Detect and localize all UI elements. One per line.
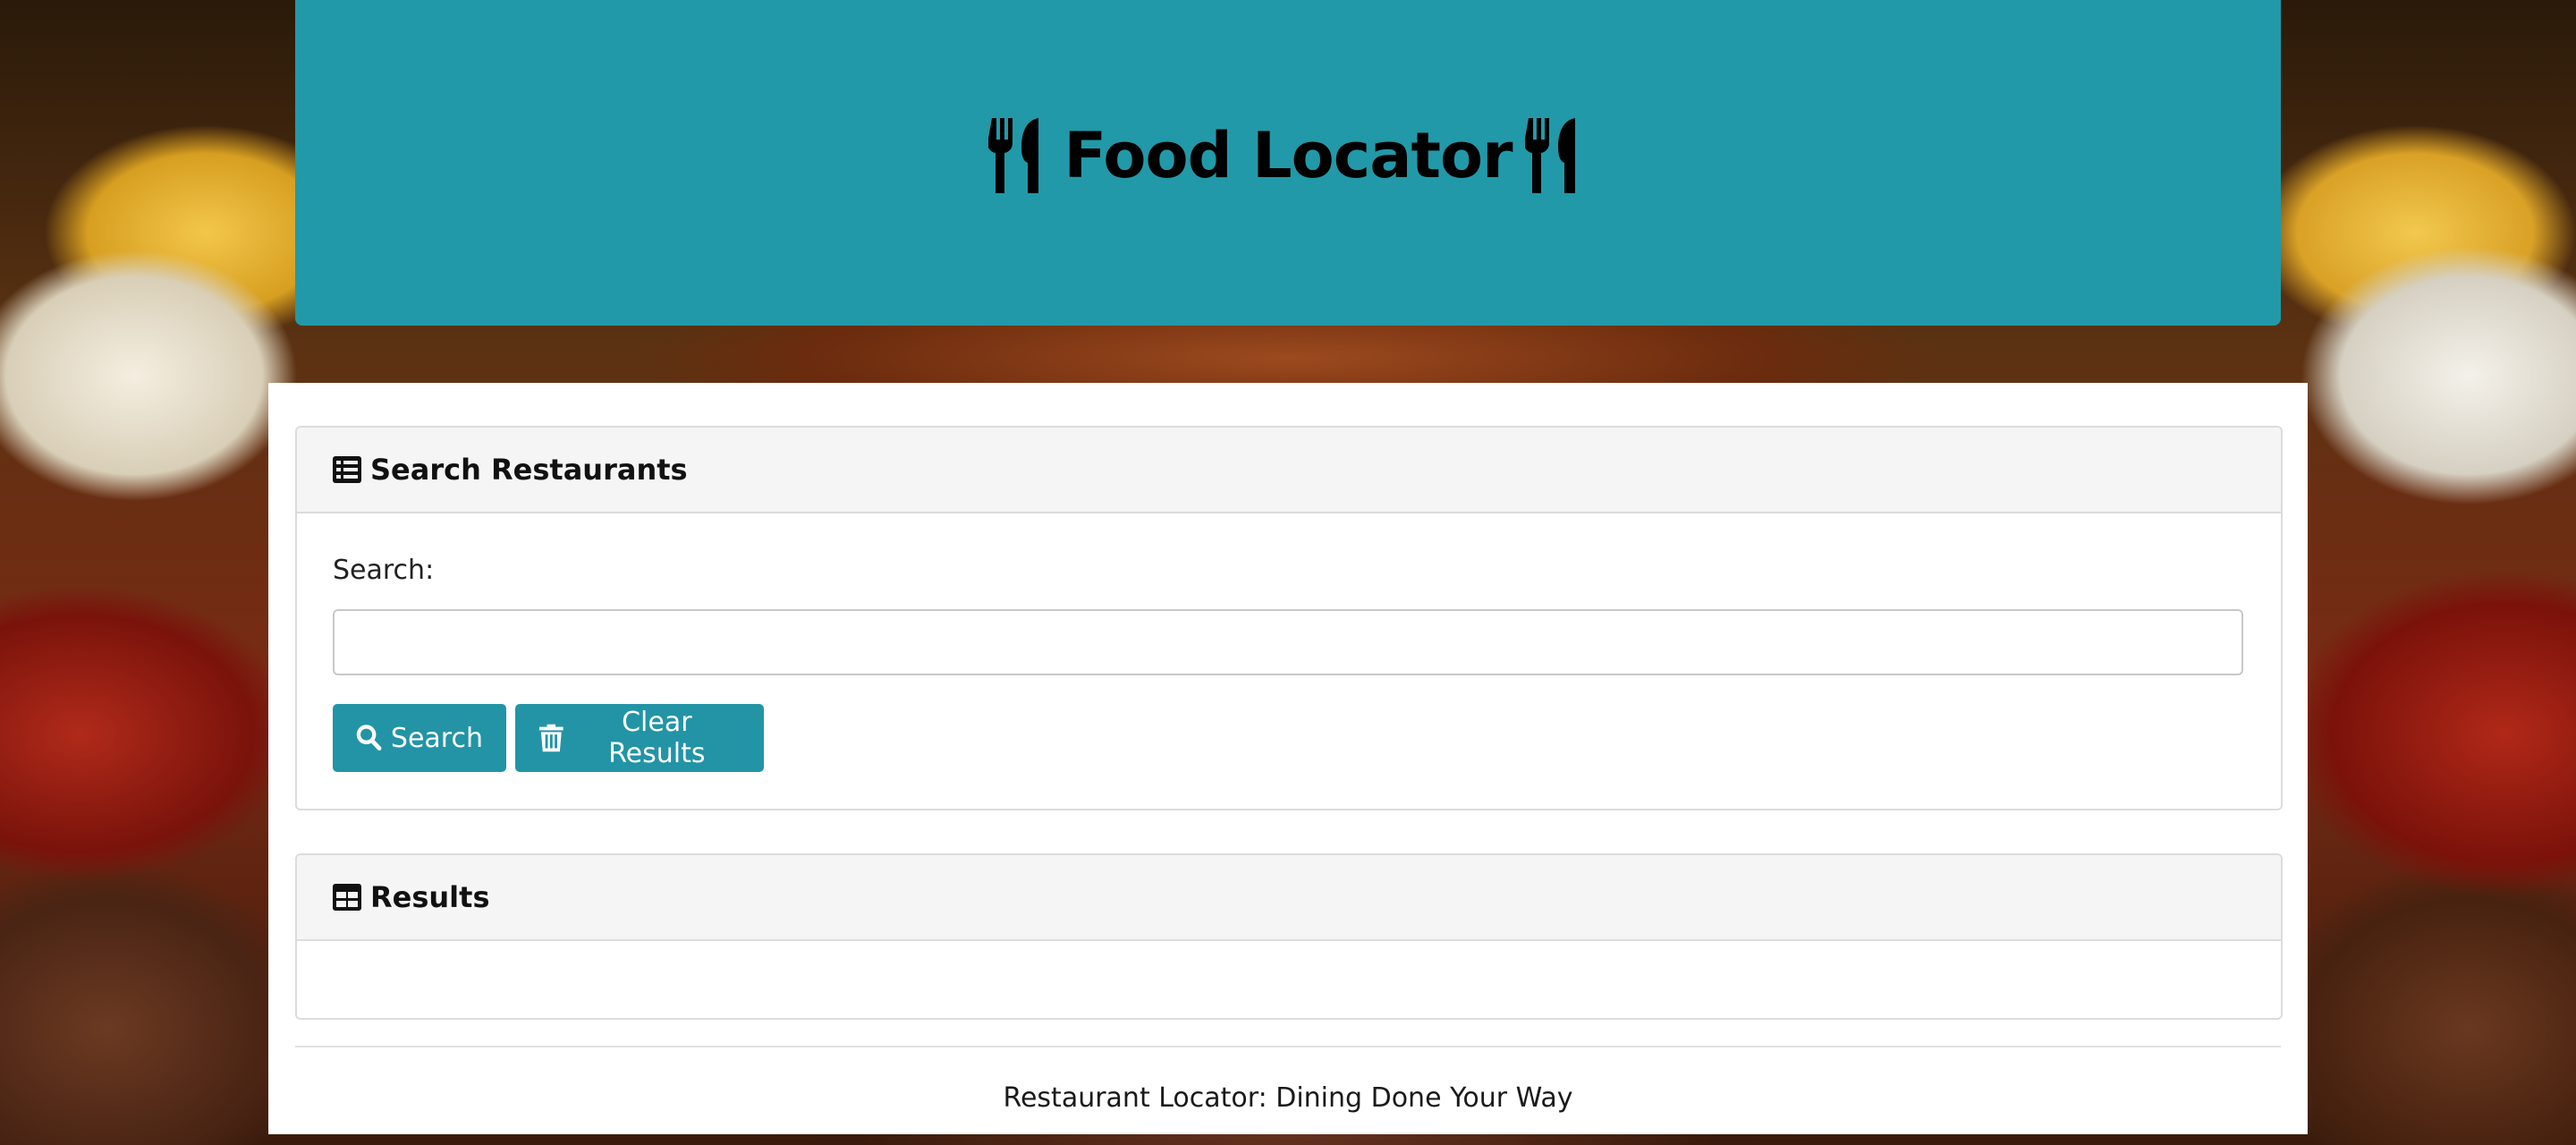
results-card: Results (295, 853, 2283, 1020)
search-card: Search Restaurants Search: Search Clear … (295, 426, 2283, 810)
footer-divider (295, 1046, 2281, 1047)
search-actions: Search Clear Results (333, 704, 2245, 772)
search-input[interactable] (333, 609, 2243, 675)
clear-results-button-label: Clear Results (608, 707, 706, 769)
footer-text: Restaurant Locator: Dining Done Your Way (1003, 1082, 1573, 1114)
search-card-header: Search Restaurants (297, 428, 2281, 513)
search-icon (356, 725, 382, 751)
search-card-body: Search: Search Clear Results (297, 513, 2281, 772)
clear-results-button[interactable]: Clear Results (515, 704, 764, 772)
header-banner: Food Locator (295, 0, 2281, 326)
page-title: Food Locator (1063, 119, 1513, 192)
search-card-title: Search Restaurants (370, 453, 688, 487)
search-label: Search: (333, 555, 435, 586)
results-card-header: Results (297, 855, 2281, 941)
search-button-label: Search (390, 722, 483, 754)
list-icon (333, 456, 361, 483)
page-title-group: Food Locator (988, 118, 1587, 193)
utensils-icon (988, 118, 1039, 193)
page-wrapper: Food Locator Search Restaurants Search: (268, 0, 2308, 1134)
search-button[interactable]: Search (333, 704, 506, 772)
utensils-icon (1524, 118, 1575, 193)
trash-icon (538, 724, 564, 752)
table-icon (333, 884, 361, 911)
results-card-title: Results (370, 880, 490, 914)
